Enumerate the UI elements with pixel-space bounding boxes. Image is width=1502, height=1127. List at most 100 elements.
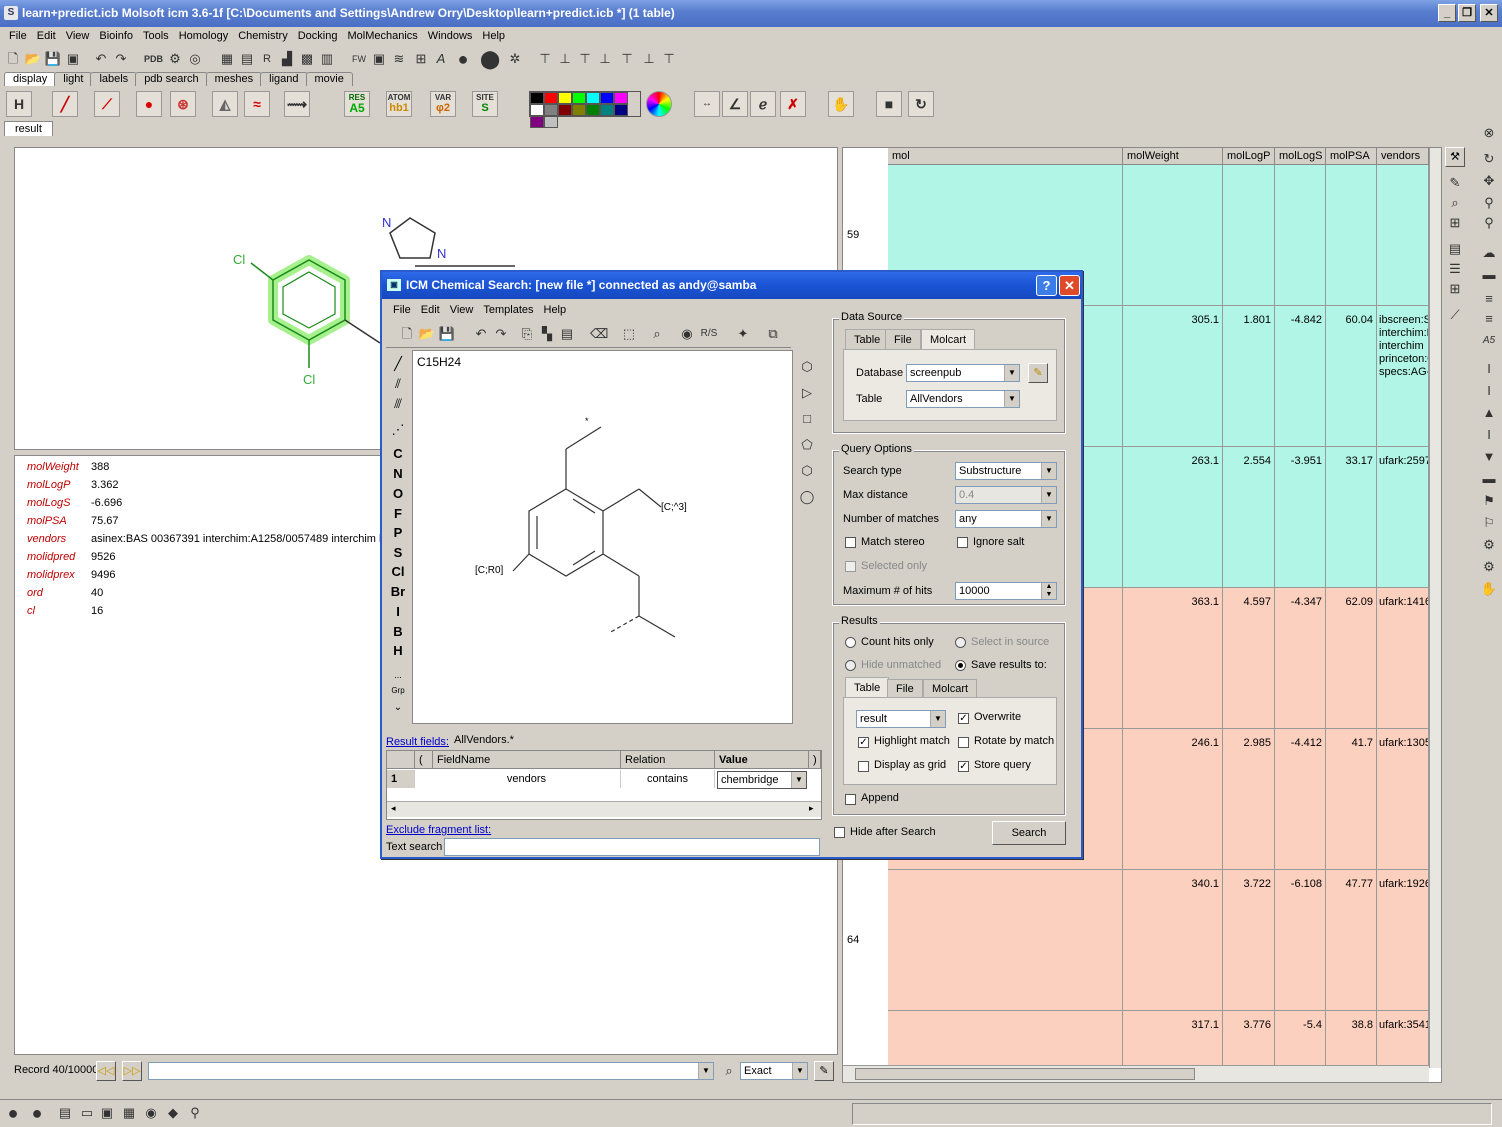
hand-icon[interactable]: ✋: [1480, 580, 1498, 598]
columns-icon[interactable]: ▤: [1446, 240, 1464, 258]
palette-swatch[interactable]: [614, 92, 628, 104]
ds-tab-molcart[interactable]: Molcart: [921, 329, 976, 349]
horizontal-scroll-thumb[interactable]: [855, 1068, 1195, 1080]
tab-light[interactable]: light: [54, 72, 93, 86]
pencil-icon[interactable]: ✎: [1446, 174, 1464, 192]
zoom-out-icon[interactable]: ⚲: [1480, 214, 1498, 232]
element-f[interactable]: F: [387, 506, 409, 521]
cut-icon[interactable]: ▚: [538, 325, 556, 343]
pdb-icon[interactable]: PDB: [144, 50, 163, 68]
palette-swatch[interactable]: [530, 92, 544, 104]
scroll-right-icon[interactable]: ▸: [809, 803, 814, 814]
more-elements[interactable]: ...: [387, 670, 409, 680]
help-button[interactable]: ?: [1036, 275, 1057, 296]
element-c[interactable]: C: [387, 446, 409, 461]
surface-icon[interactable]: ◭: [212, 91, 238, 117]
align5-icon[interactable]: ⊤: [660, 50, 678, 68]
select-res-icon[interactable]: ▤: [238, 50, 256, 68]
element-s[interactable]: S: [387, 545, 409, 560]
element-h[interactable]: H: [387, 643, 409, 658]
cpk-icon[interactable]: ⊛: [170, 91, 196, 117]
move-icon[interactable]: ✥: [1480, 172, 1498, 190]
search-type-select[interactable]: Substructure ▼: [955, 462, 1057, 480]
var-label-button[interactable]: VAR φ2: [430, 91, 456, 117]
stack-icon[interactable]: ≡: [1480, 290, 1498, 308]
horizontal-scrollbar[interactable]: [843, 1065, 1429, 1082]
save-icon[interactable]: 💾: [438, 325, 456, 343]
element-cl[interactable]: Cl: [387, 564, 409, 579]
palette-swatch[interactable]: [544, 92, 558, 104]
table-hscrollbar[interactable]: ◂ ▸: [387, 801, 821, 817]
match-stereo-checkbox[interactable]: [845, 537, 856, 548]
cloud-icon[interactable]: ☁: [1480, 244, 1498, 262]
rotate-by-match-checkbox[interactable]: [958, 737, 969, 748]
palette-swatch[interactable]: [530, 104, 544, 116]
benzene-icon[interactable]: ⬡: [798, 358, 816, 376]
scroll-left-icon[interactable]: ◂: [391, 803, 396, 814]
stick-icon[interactable]: ⟋: [94, 91, 120, 117]
exclude-fragment-link[interactable]: Exclude fragment list:: [386, 824, 491, 836]
pentagon-icon[interactable]: ⬠: [798, 436, 816, 454]
menu-bioinfo[interactable]: Bioinfo: [94, 27, 138, 45]
palette-swatch[interactable]: [586, 104, 600, 116]
torsion-icon[interactable]: ℯ: [750, 91, 776, 117]
max-hits-spinner[interactable]: 10000 ▲ ▼: [955, 582, 1057, 600]
binoculars-icon[interactable]: ⌕: [720, 1062, 738, 1080]
hide-after-search-checkbox[interactable]: [834, 827, 845, 838]
table-row[interactable]: 340.1 3.722 -6.108 47.77 ufark:1926: [888, 870, 1429, 1011]
vertical-scrollbar[interactable]: [1429, 148, 1441, 1068]
undo-icon[interactable]: ↶: [92, 50, 110, 68]
paste-icon[interactable]: ▤: [558, 325, 576, 343]
ds-tab-file[interactable]: File: [885, 329, 921, 349]
align3-icon[interactable]: ⊤: [618, 50, 636, 68]
ribbon-icon[interactable]: ≈: [244, 91, 270, 117]
ignore-salt-checkbox[interactable]: [957, 537, 968, 548]
minimize-button[interactable]: _: [1438, 4, 1456, 22]
hydrogen-button[interactable]: H: [6, 91, 32, 117]
film-icon[interactable]: ▥: [318, 50, 336, 68]
dialog-close-button[interactable]: ✕: [1059, 275, 1080, 296]
col-header-molpsa[interactable]: molPSA: [1326, 148, 1377, 165]
zoom-icon[interactable]: ⚲: [1480, 194, 1498, 212]
triangle-icon[interactable]: ▷: [798, 384, 816, 402]
wire-icon[interactable]: ╱: [52, 91, 78, 117]
palette-swatch[interactable]: [600, 92, 614, 104]
open-folder-icon[interactable]: 📂: [418, 325, 436, 343]
highlight-match-checkbox[interactable]: ✓: [858, 737, 869, 748]
rotate-view-icon[interactable]: ↻: [1480, 150, 1498, 168]
group-button[interactable]: Grp: [387, 686, 409, 695]
palette-swatch[interactable]: [600, 104, 614, 116]
new-file-icon[interactable]: 🗋: [4, 50, 22, 68]
triple-bond-tool[interactable]: ⫻: [387, 396, 409, 412]
dmenu-view[interactable]: View: [445, 302, 479, 320]
single-bond-tool[interactable]: ╱: [387, 356, 409, 372]
clean-icon[interactable]: ✦: [734, 325, 752, 343]
gear-icon[interactable]: ✲: [506, 50, 524, 68]
window-icon[interactable]: ▭: [78, 1104, 96, 1122]
palette-swatch[interactable]: [572, 104, 586, 116]
i-beam2-icon[interactable]: I: [1480, 382, 1498, 400]
redo-icon[interactable]: ↷: [112, 50, 130, 68]
color-palette[interactable]: [529, 91, 641, 128]
field-query-table[interactable]: ( FieldName Relation Value ) 1 vendors c…: [386, 750, 822, 820]
align-icon[interactable]: ⊤: [576, 50, 594, 68]
heptagon-icon[interactable]: ◯: [798, 488, 816, 506]
close-button[interactable]: ✕: [1480, 4, 1498, 22]
search-button[interactable]: Search: [992, 821, 1066, 845]
overwrite-checkbox[interactable]: ✓: [958, 713, 969, 724]
dmenu-edit[interactable]: Edit: [416, 302, 445, 320]
clear-measure-icon[interactable]: ✗: [780, 91, 806, 117]
redo-icon[interactable]: ↷: [492, 325, 510, 343]
hand-icon[interactable]: ✋: [828, 91, 854, 117]
res-label-button[interactable]: RES A5: [344, 91, 370, 117]
result-table-select[interactable]: result ▼: [856, 710, 946, 728]
field-name-cell[interactable]: vendors: [433, 770, 621, 788]
fetch-icon[interactable]: ⚙: [166, 50, 184, 68]
col-header-mol[interactable]: mol: [888, 148, 1123, 165]
sphere2-icon[interactable]: ●: [28, 1104, 46, 1122]
prev-record-button[interactable]: ◁◁: [96, 1061, 116, 1081]
dmenu-templates[interactable]: Templates: [478, 302, 538, 320]
palette-swatch[interactable]: [558, 92, 572, 104]
site-label-button[interactable]: SITE S: [472, 91, 498, 117]
align2-icon[interactable]: ⊥: [596, 50, 614, 68]
